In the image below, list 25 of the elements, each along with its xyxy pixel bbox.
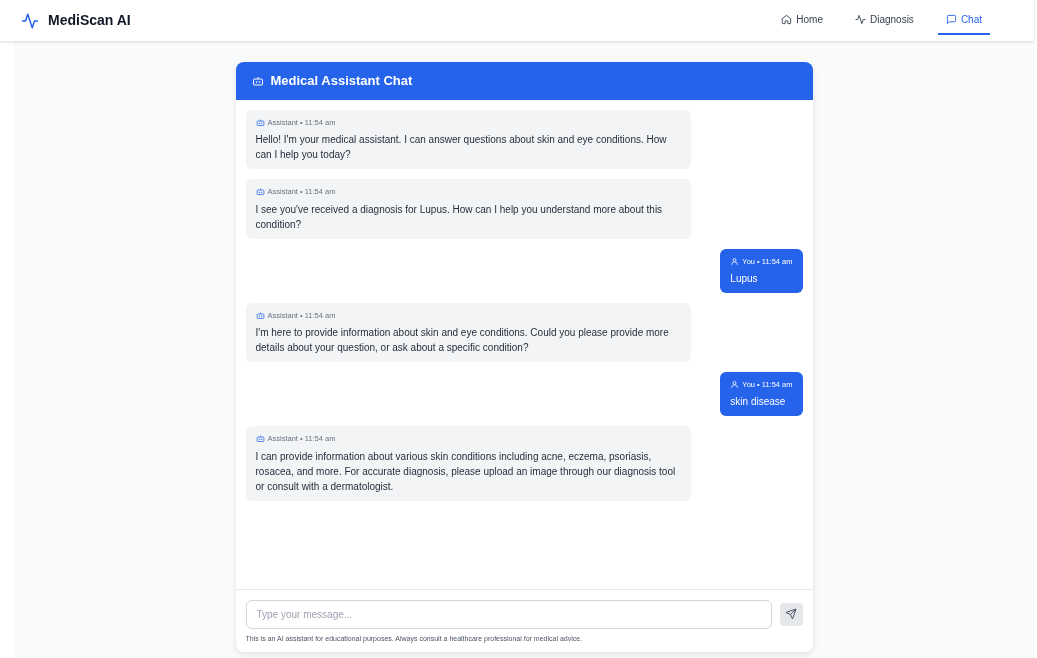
brand-name: MediScan AI — [48, 11, 131, 30]
robot-icon — [251, 75, 264, 87]
robot-icon — [255, 118, 265, 128]
house-icon — [781, 14, 793, 25]
message-input-field[interactable]: Type your message... — [245, 599, 772, 629]
message-text: I'm here to provide information about skin and eye conditions. Could you please provide more details about your question, or ask about a specific condition? — [255, 326, 670, 355]
person-icon — [730, 256, 740, 266]
robot-icon — [255, 434, 265, 444]
message-text: I see you've received a diagnosis for Lupus. How can I help you understand more about this condition? — [255, 202, 664, 232]
message-text: Lupus — [730, 271, 759, 286]
send-button[interactable] — [779, 602, 803, 626]
robot-icon — [255, 187, 265, 197]
person-icon — [730, 380, 740, 390]
message-text: Hello! I'm your medical assistant. I can answer questions about skin and eye conditions. How can I help you today? — [255, 133, 668, 163]
pulse-icon — [854, 14, 866, 25]
speech-bubble-icon — [945, 14, 957, 25]
chat-title: Medical Assistant Chat — [270, 73, 413, 89]
robot-icon — [255, 310, 265, 320]
nav-link[interactable]: Diagnosis — [846, 6, 922, 35]
message-text: skin disease — [730, 395, 787, 410]
send-icon — [785, 608, 797, 620]
message-text: I can provide information about various skin conditions including acne, eczema, psoriasis, rosacea, and more. For accurate diagnosis, please upload an image through our diagnosis tool or consult with a dermatologist. — [255, 449, 677, 494]
nav-link[interactable]: Chat — [937, 6, 990, 35]
nav-link[interactable]: Home — [773, 6, 831, 35]
pulse-logo-icon — [20, 11, 40, 30]
